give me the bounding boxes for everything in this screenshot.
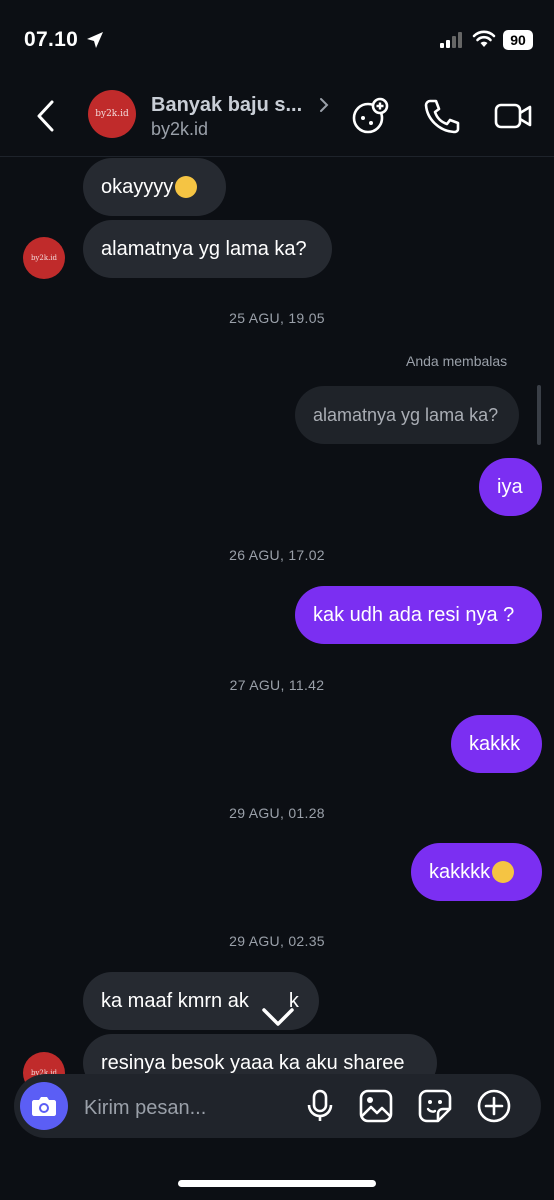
message-text: alamatnya yg lama ka? bbox=[101, 238, 307, 260]
cellular-signal-icon bbox=[440, 32, 462, 48]
camera-button[interactable] bbox=[20, 1082, 68, 1130]
received-message[interactable]: alamatnya yg lama ka? bbox=[83, 220, 332, 278]
battery-indicator: 90 bbox=[503, 30, 533, 50]
sent-message[interactable]: kakkkk bbox=[411, 843, 542, 901]
message-text: ka maaf kmrn ak bbox=[101, 990, 249, 1012]
chat-title[interactable]: Banyak baju s... bbox=[151, 94, 302, 117]
scrollbar[interactable] bbox=[537, 385, 541, 445]
status-time: 07.10 bbox=[24, 28, 79, 51]
microphone-icon[interactable] bbox=[302, 1088, 338, 1124]
chat-username[interactable]: by2k.id bbox=[151, 119, 208, 140]
scroll-down-chevron-icon[interactable] bbox=[256, 998, 300, 1038]
weary-face-emoji-icon bbox=[492, 861, 515, 883]
wifi-icon bbox=[472, 30, 496, 47]
chat-header bbox=[0, 80, 554, 157]
timestamp: 26 AGU, 17.02 bbox=[229, 547, 325, 563]
contact-avatar[interactable]: by2k.id bbox=[88, 90, 136, 138]
quoted-message[interactable]: alamatnya yg lama ka? bbox=[295, 386, 519, 444]
sent-message[interactable]: iya bbox=[479, 458, 542, 516]
sender-avatar[interactable]: by2k.id bbox=[23, 237, 65, 279]
hugging-emoji-icon bbox=[175, 176, 198, 198]
phone-icon[interactable] bbox=[422, 96, 462, 136]
video-icon[interactable] bbox=[493, 96, 533, 136]
camera-icon bbox=[32, 1097, 56, 1116]
home-indicator[interactable] bbox=[178, 1180, 376, 1187]
message-text: okayyyy bbox=[101, 176, 174, 198]
message-text: resinya besok yaaa ka aku sharee bbox=[101, 1052, 405, 1074]
received-message[interactable]: okayyyy bbox=[83, 158, 226, 216]
sticker-icon[interactable] bbox=[417, 1088, 453, 1124]
message-text: kakkk bbox=[469, 733, 521, 755]
timestamp: 29 AGU, 02.35 bbox=[229, 933, 325, 949]
timestamp: 29 AGU, 01.28 bbox=[229, 805, 325, 821]
reply-label: Anda membalas bbox=[406, 353, 508, 369]
message-text: kakkkk bbox=[429, 861, 491, 883]
image-icon[interactable] bbox=[358, 1088, 394, 1124]
timestamp: 25 AGU, 19.05 bbox=[229, 310, 325, 326]
message-text: iya bbox=[497, 476, 523, 498]
message-input[interactable] bbox=[82, 1094, 296, 1122]
effects-icon[interactable] bbox=[350, 96, 390, 136]
sent-message[interactable]: kakkk bbox=[451, 715, 542, 773]
plus-icon[interactable] bbox=[476, 1088, 512, 1124]
back-chevron-icon[interactable] bbox=[30, 98, 64, 134]
quoted-text: alamatnya yg lama ka? bbox=[313, 405, 499, 425]
location-arrow-icon bbox=[87, 32, 103, 48]
chevron-right-icon[interactable] bbox=[318, 96, 330, 114]
timestamp: 27 AGU, 11.42 bbox=[229, 677, 325, 693]
message-text: kak udh ada resi nya ? bbox=[313, 604, 515, 626]
sent-message[interactable]: kak udh ada resi nya ? bbox=[295, 586, 542, 644]
